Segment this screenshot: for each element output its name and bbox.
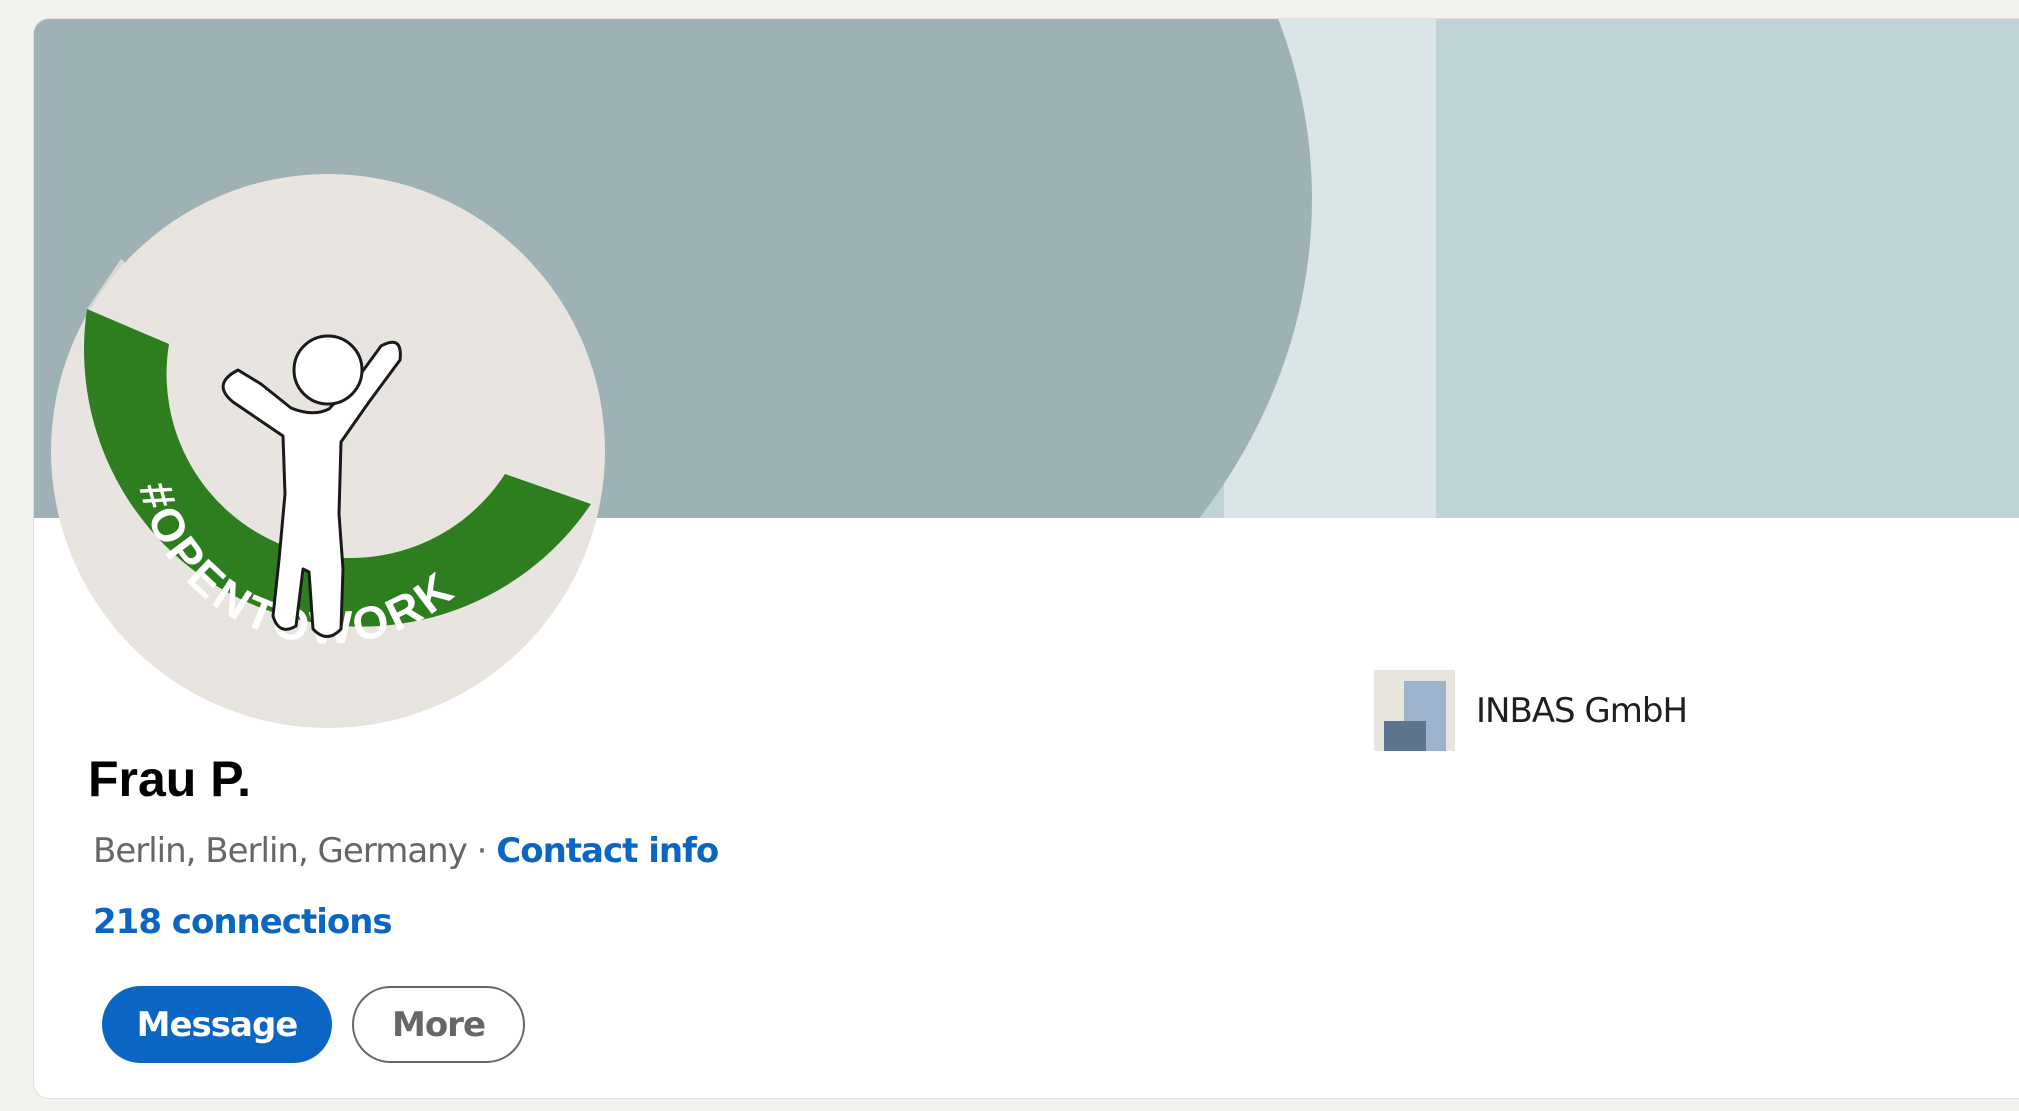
company-logo-square-small (1384, 721, 1426, 751)
company-logo-icon (1374, 670, 1455, 751)
message-button[interactable]: Message (102, 986, 332, 1063)
current-company[interactable]: INBAS GmbH (1374, 670, 1688, 751)
open-to-work-avatar-icon: #OPENTOWORK (51, 174, 605, 728)
more-button[interactable]: More (352, 986, 525, 1063)
location-line: Berlin, Berlin, Germany · Contact info (93, 831, 719, 872)
profile-name: Frau P. (88, 751, 252, 807)
connections-link[interactable]: 218 connections (93, 902, 393, 943)
separator-dot: · (476, 831, 488, 871)
profile-avatar[interactable]: #OPENTOWORK (51, 174, 606, 729)
contact-info-link[interactable]: Contact info (496, 831, 719, 871)
company-name: INBAS GmbH (1476, 690, 1688, 731)
profile-card: #OPENTOWORK Frau P. Berlin, Berlin, Germ… (33, 18, 2019, 1099)
profile-location: Berlin, Berlin, Germany (93, 831, 468, 871)
